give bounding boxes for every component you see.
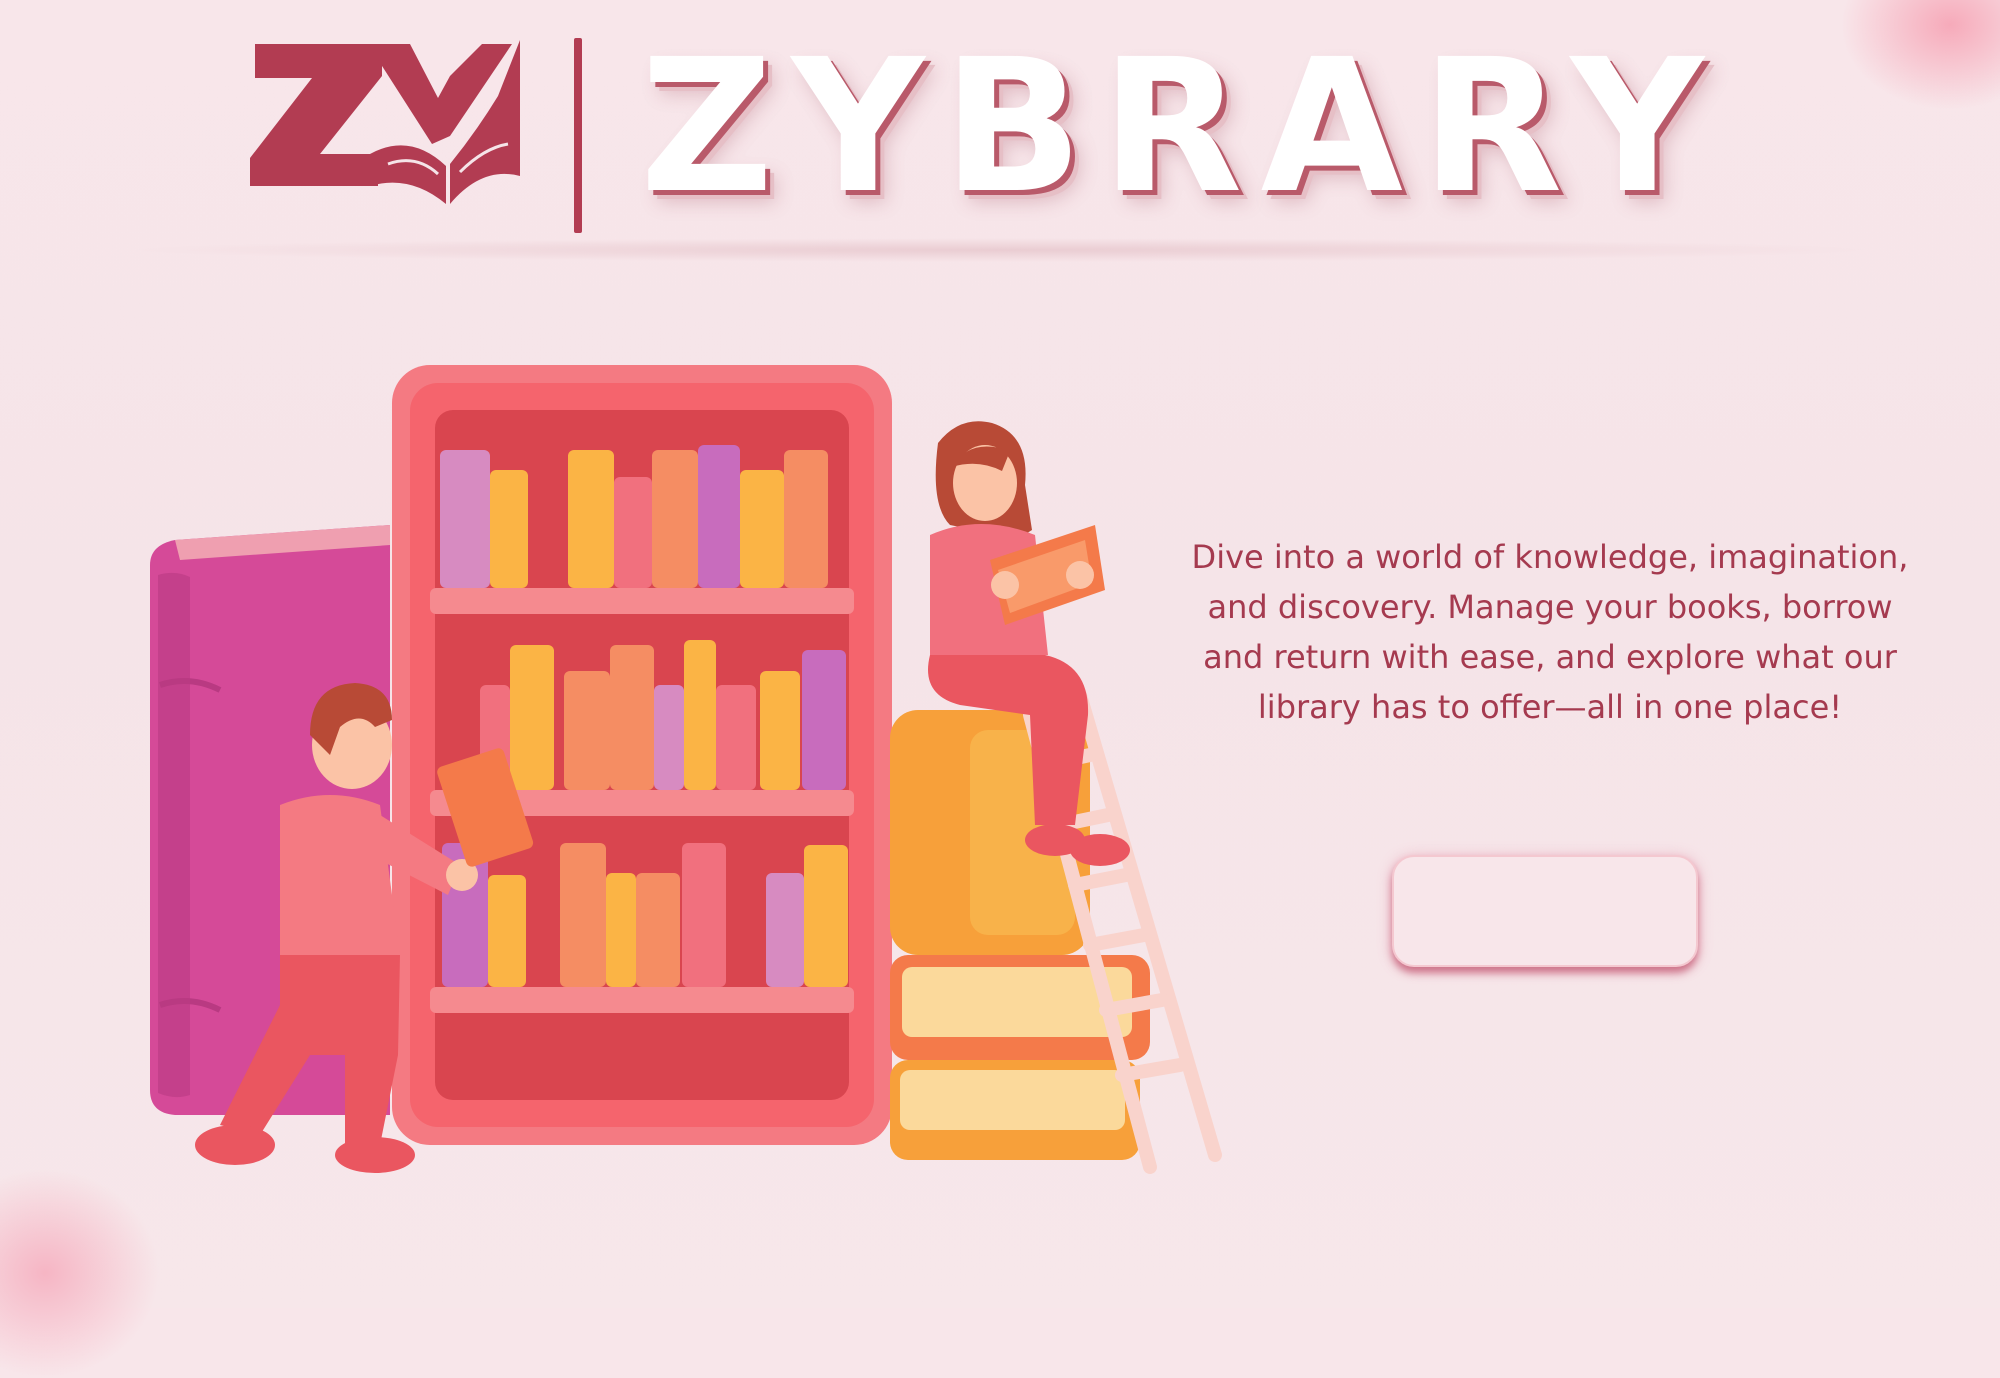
cta-button[interactable] xyxy=(1392,855,1698,967)
zy-logo-icon xyxy=(250,40,520,204)
library-bookshelf-illustration xyxy=(150,365,1222,1174)
logo-divider xyxy=(574,38,582,233)
bookshelf-illustration xyxy=(392,365,892,1145)
site-header: ZYBRARY xyxy=(0,0,2000,262)
hero-tagline: Dive into a world of knowledge, imaginat… xyxy=(1191,538,1909,726)
brand-title: ZYBRARY xyxy=(640,20,1722,234)
